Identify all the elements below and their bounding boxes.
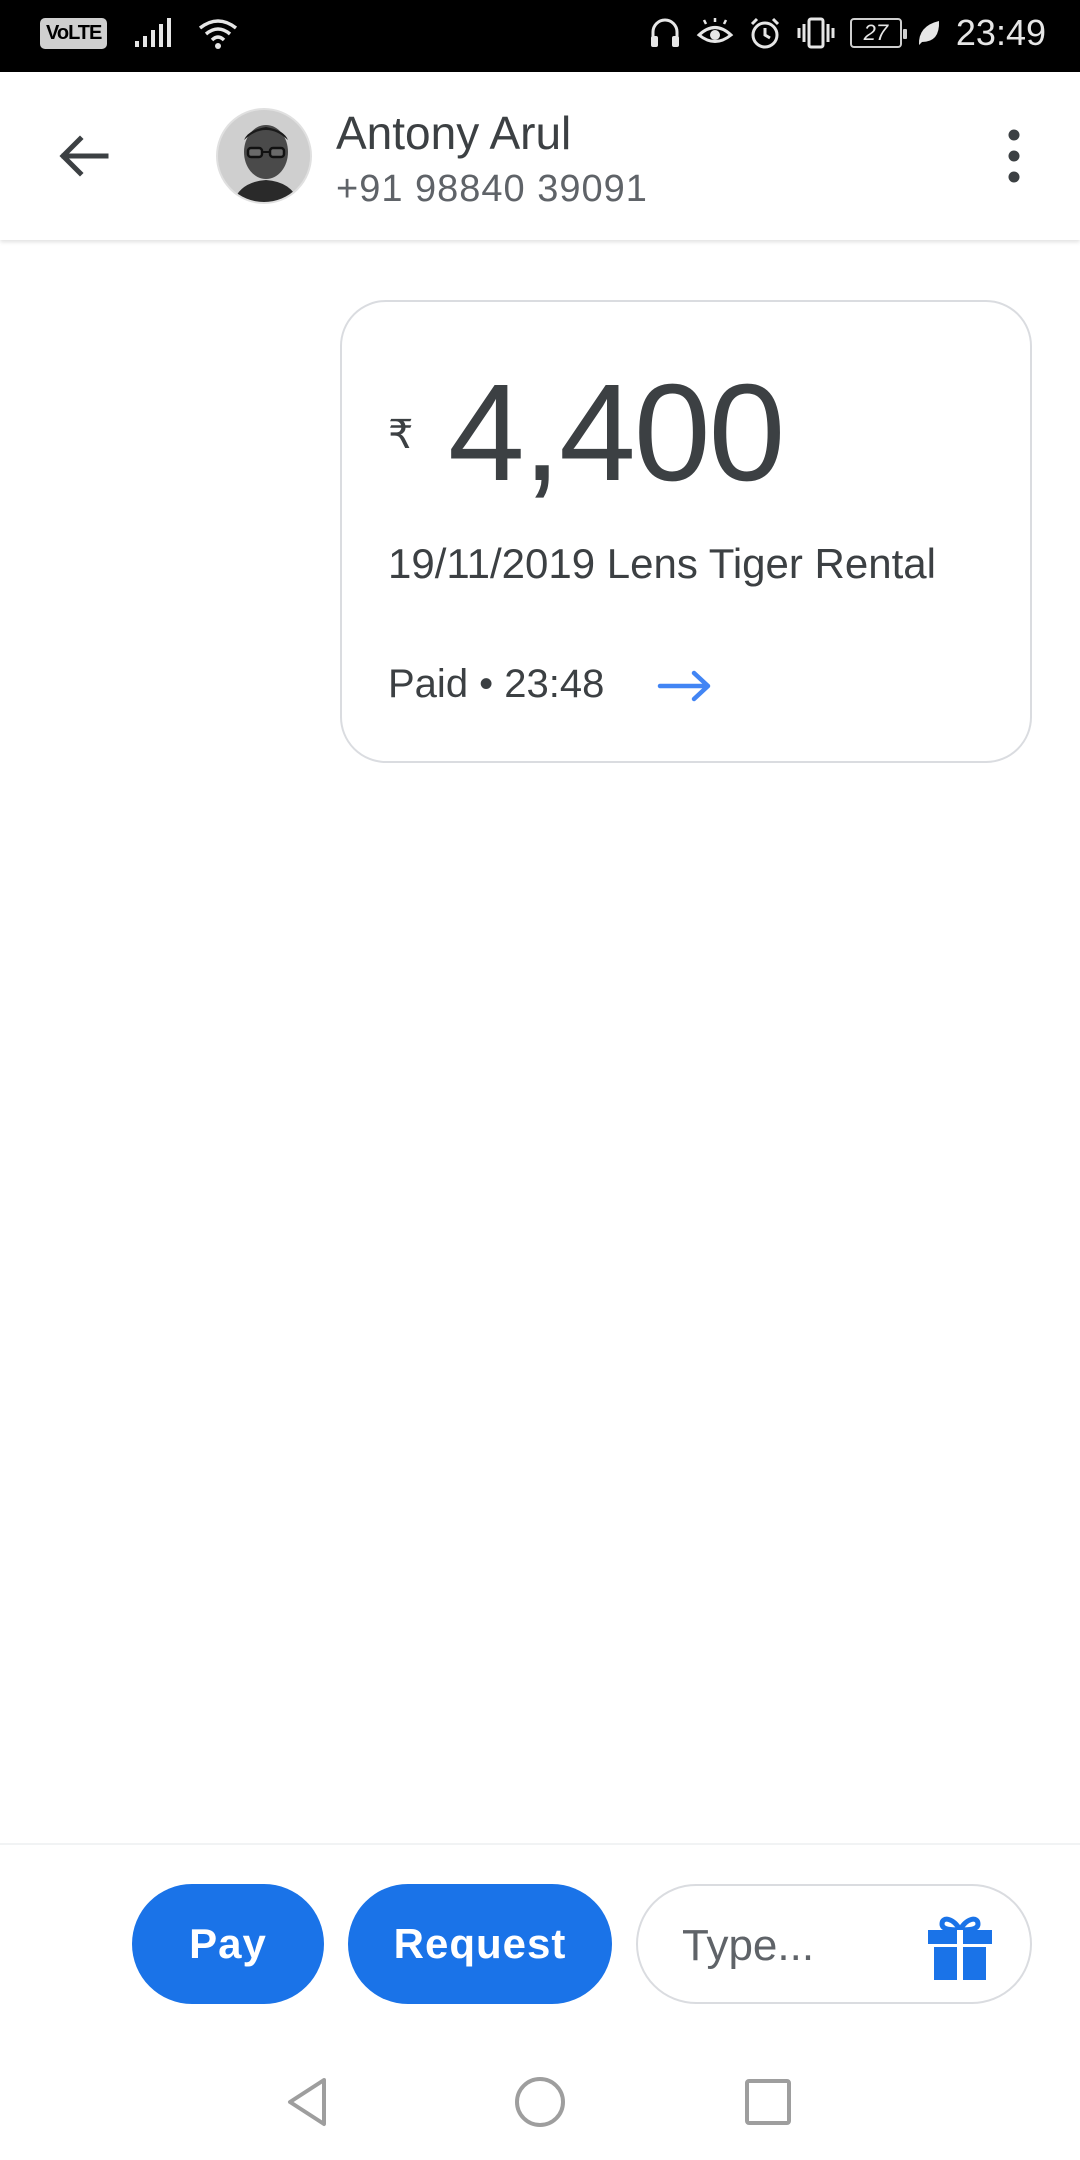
gift-icon [928,1916,992,1980]
status-bar: VoLTE 27 23:49 [0,0,1080,72]
payment-card[interactable]: ₹ 4,400 19/11/2019 Lens Tiger Rental Pai… [340,300,1032,763]
more-options-button[interactable] [996,126,1032,186]
bottom-divider [0,1843,1080,1845]
battery-level: 27 [863,20,889,45]
chat-header: Antony Arul +91 98840 39091 [0,72,1080,240]
contact-phone: +91 98840 39091 [336,168,648,210]
status-bar-right: 27 23:49 [648,12,1046,54]
leaf-icon [918,21,939,45]
headphones-icon [650,18,679,47]
nav-back-button[interactable] [280,2074,336,2130]
signal-icon [135,18,172,47]
wifi-icon [199,19,238,49]
arrow-left-icon [59,135,109,177]
battery-icon: 27 [849,18,907,48]
nav-home-button[interactable] [512,2074,568,2130]
payment-note: 19/11/2019 Lens Tiger Rental [388,540,936,587]
arrow-right-icon [657,670,711,702]
status-time: 23:49 [955,12,1046,53]
more-vert-icon [1008,129,1020,183]
gift-button[interactable] [924,1910,996,1982]
contact-photo [218,110,310,202]
payment-status: Paid • 23:48 [388,662,605,706]
navigation-bar [0,2040,1080,2160]
avatar[interactable] [216,108,312,204]
message-input[interactable] [682,1916,902,1976]
status-bar-left: VoLTE [40,16,239,50]
payment-details-button[interactable] [656,666,716,706]
currency-symbol: ₹ [388,413,414,457]
payment-amount: 4,400 [448,356,785,510]
eye-comfort-icon [696,18,734,43]
vibrate-icon [797,17,835,49]
nav-recents-icon [745,2079,791,2125]
contact-name: Antony Arul [336,107,572,159]
nav-recents-button[interactable] [740,2074,796,2130]
message-field [636,1884,1032,2004]
pay-button[interactable]: Pay [132,1884,324,2004]
nav-back-icon [288,2078,326,2126]
nav-home-icon [515,2077,565,2127]
alarm-icon [750,17,779,49]
volte-badge: VoLTE [40,17,108,49]
back-button[interactable] [54,126,114,186]
request-button[interactable]: Request [348,1884,612,2004]
